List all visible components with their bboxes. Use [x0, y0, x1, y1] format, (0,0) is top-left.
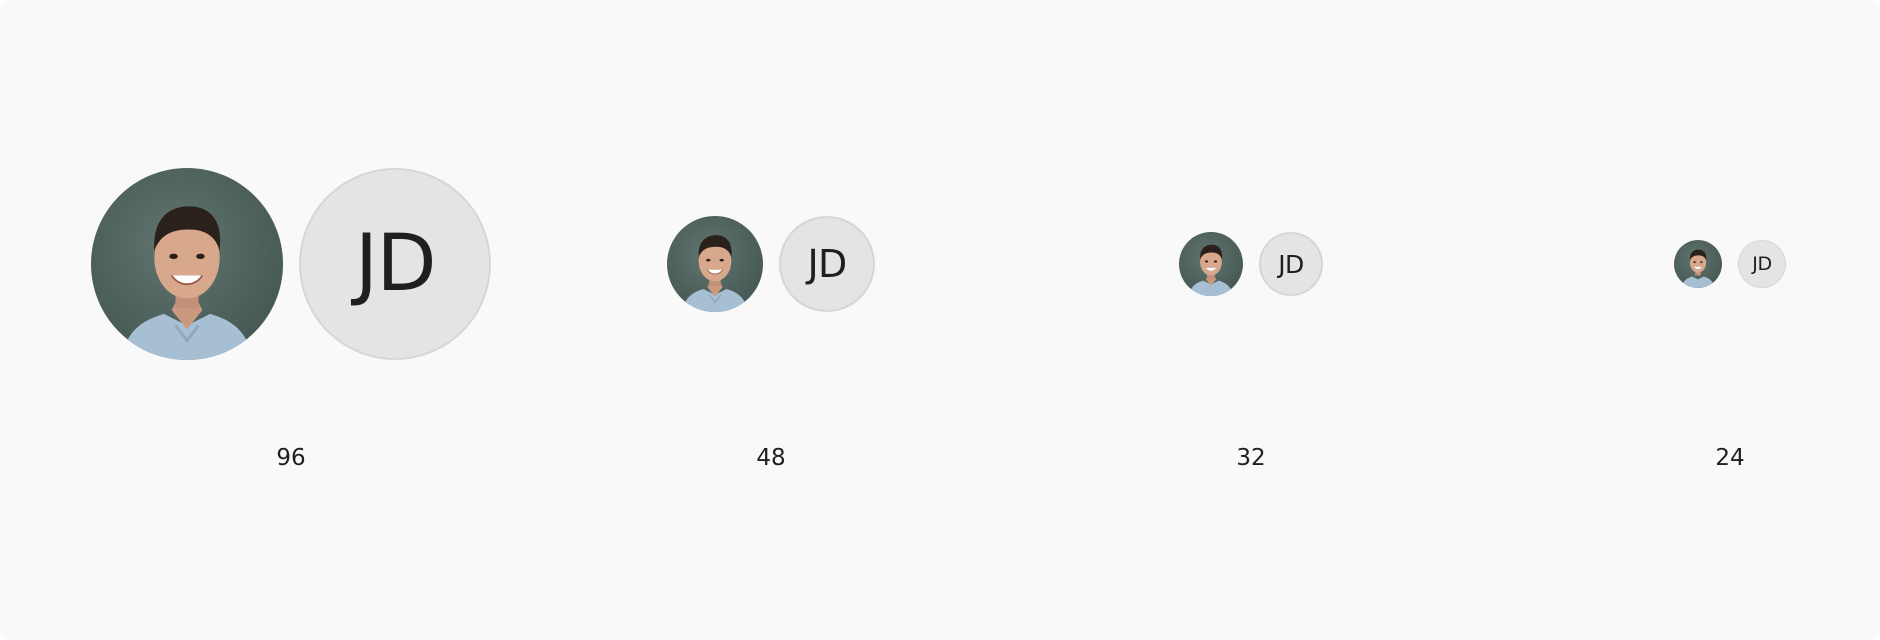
avatar-initials: JD — [779, 216, 875, 312]
avatar-size-group-24: JD 24 — [1495, 0, 1880, 640]
avatar-size-group-96: JD 96 — [56, 0, 526, 640]
avatar-pair: JD — [536, 168, 1006, 360]
size-label: 32 — [1236, 445, 1266, 471]
avatar-pair: JD — [56, 168, 526, 360]
person-photo-icon — [682, 235, 748, 312]
person-photo-icon — [121, 206, 253, 360]
size-label: 24 — [1715, 445, 1745, 471]
size-label: 48 — [756, 445, 786, 471]
person-photo-icon — [1189, 244, 1233, 296]
size-label: 96 — [276, 445, 306, 471]
avatar-photo — [1179, 232, 1243, 296]
person-photo-icon — [1681, 249, 1715, 288]
avatar-photo — [1674, 240, 1722, 288]
avatar-photo — [667, 216, 763, 312]
avatar-initials: JD — [1259, 232, 1323, 296]
avatar-pair: JD — [1016, 168, 1486, 360]
avatar-size-group-32: JD 32 — [1016, 0, 1486, 640]
avatar-initials: JD — [299, 168, 491, 360]
avatar-pair: JD — [1495, 168, 1880, 360]
avatar-size-group-48: JD 48 — [536, 0, 1006, 640]
avatar-initials: JD — [1738, 240, 1786, 288]
avatar-size-showcase: JD 96 JD 48 JD 32 JD 24 — [0, 0, 1880, 640]
avatar-photo — [91, 168, 283, 360]
